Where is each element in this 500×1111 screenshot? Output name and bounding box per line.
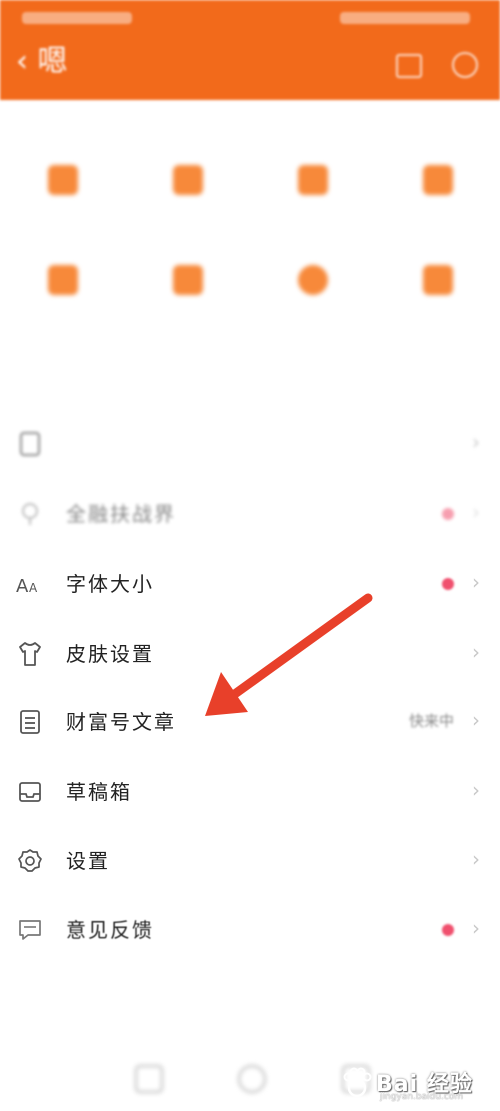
annotation-arrow bbox=[205, 593, 373, 716]
baidu-watermark: Bai 经验 jingyan.baidu.com bbox=[336, 1060, 486, 1104]
watermark-url: jingyan.baidu.com bbox=[380, 1092, 464, 1102]
paw-logo-icon bbox=[343, 1067, 372, 1098]
